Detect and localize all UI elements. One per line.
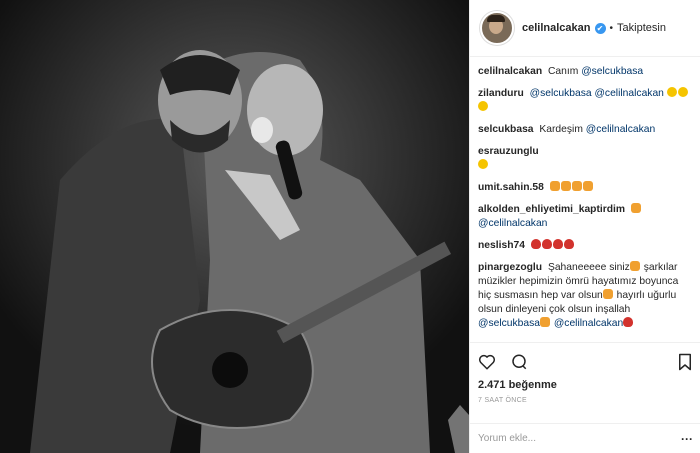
rose-icon: [623, 317, 634, 327]
emoji-icon: [478, 101, 488, 111]
add-comment-bar: Yorum ekle... ···: [470, 423, 700, 453]
post-actions: 2.471 beğenme 7 SAAT ÖNCE: [470, 342, 700, 404]
clap-icon: [571, 181, 582, 191]
clap-icon: [582, 181, 593, 191]
separator: •: [609, 22, 614, 34]
comment-user[interactable]: selcukbasa: [478, 124, 534, 135]
post-username[interactable]: celilnalcakan: [522, 22, 591, 34]
mention-link[interactable]: @selcukbasa: [530, 88, 592, 99]
rose-icon: [541, 239, 552, 249]
list-item: zilanduru @selcukbasa @celilnalcakan: [478, 87, 692, 115]
emoji-icon: [677, 87, 688, 97]
list-item: alkolden_ehliyetimi_kaptirdim @celilnalc…: [478, 203, 692, 231]
post-sidebar: celilnalcakan ✔ • Takiptesin celilnalcak…: [469, 0, 700, 453]
rose-icon: [530, 239, 541, 249]
mention-link[interactable]: @celilnalcakan: [478, 218, 547, 229]
clap-icon: [549, 181, 560, 191]
comment-user[interactable]: alkolden_ehliyetimi_kaptirdim: [478, 204, 625, 215]
rose-icon: [563, 239, 574, 249]
pray-icon: [602, 289, 613, 299]
list-item: selcukbasa Kardeşim @celilnalcakan: [478, 123, 692, 137]
comment-user[interactable]: umit.sahin.58: [478, 182, 544, 193]
mention-link[interactable]: @selcukbasa: [478, 318, 540, 329]
instagram-post: celilnalcakan ✔ • Takiptesin celilnalcak…: [0, 0, 700, 453]
comment-text: Kardeşim: [539, 124, 583, 135]
comment-user[interactable]: zilanduru: [478, 88, 524, 99]
thumbs-up-icon: [629, 261, 640, 271]
list-item: neslish74: [478, 239, 692, 253]
post-header: celilnalcakan ✔ • Takiptesin: [470, 0, 700, 57]
mention-link[interactable]: @selcukbasa: [581, 66, 643, 77]
emoji-icon: [478, 159, 488, 169]
like-count[interactable]: 2.471 beğenme: [478, 379, 693, 391]
avatar[interactable]: [480, 11, 514, 45]
post-photo[interactable]: [0, 0, 469, 453]
comment-user[interactable]: pinargezoglu: [478, 262, 542, 273]
post-time: 7 SAAT ÖNCE: [478, 397, 527, 404]
comment-user[interactable]: neslish74: [478, 240, 525, 251]
clap-icon: [560, 181, 571, 191]
mention-link[interactable]: @celilnalcakan: [586, 124, 655, 135]
comment-user[interactable]: celilnalcakan: [478, 66, 542, 77]
verified-icon: ✔: [594, 22, 606, 34]
comment-text: Şahaneeeee siniz: [547, 262, 630, 273]
list-item: pinargezoglu Şahaneeeee siniz şarkılar m…: [478, 261, 692, 331]
list-item: esrauzunglu: [478, 145, 692, 173]
add-comment-input[interactable]: Yorum ekle...: [478, 433, 681, 444]
mention-link[interactable]: @celilnalcakan: [554, 318, 623, 329]
rose-icon: [552, 239, 563, 249]
comment-user[interactable]: esrauzunglu: [478, 146, 539, 157]
follow-status[interactable]: Takiptesin: [617, 22, 666, 34]
comment-text: Canım: [547, 66, 579, 77]
list-item: celilnalcakan Canım @selcukbasa: [478, 65, 692, 79]
list-item: umit.sahin.58: [478, 181, 692, 195]
thumbs-up-icon: [630, 203, 641, 213]
heart-icon[interactable]: [478, 353, 496, 371]
action-icons: [478, 351, 693, 373]
more-icon[interactable]: ···: [681, 432, 693, 446]
comment-icon[interactable]: [510, 353, 528, 371]
comments-list: celilnalcakan Canım @selcukbasa zilandur…: [470, 57, 700, 342]
bookmark-icon[interactable]: [677, 353, 693, 371]
emoji-icon: [666, 87, 677, 97]
pray-icon: [539, 317, 550, 327]
mention-link[interactable]: @celilnalcakan: [594, 88, 663, 99]
